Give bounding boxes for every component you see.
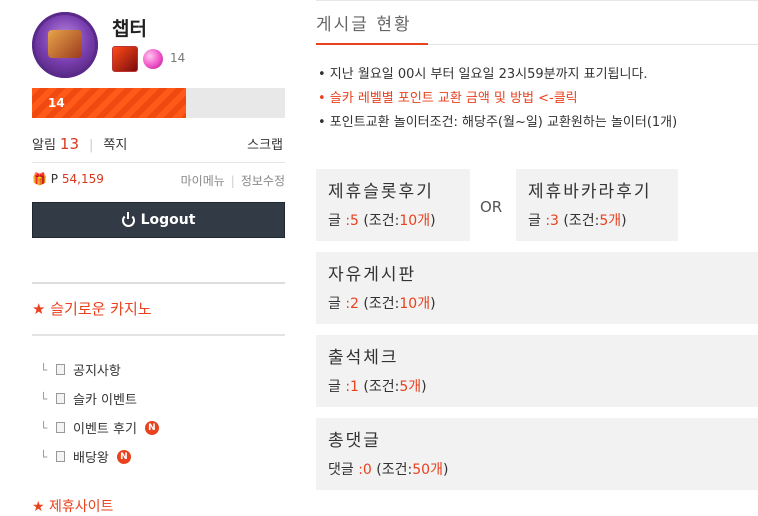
notice-link[interactable]: • 슬카 레벨별 포인트 교환 금액 및 방법 <-클릭 <box>318 88 758 112</box>
divider-line <box>32 282 285 284</box>
cond-prefix: (조건: <box>376 462 413 478</box>
stat-count: :0 <box>358 462 372 478</box>
board-label: 배당왕 <box>73 451 109 466</box>
next-section-title[interactable]: ★ 제휴사이트 <box>32 496 113 516</box>
stat-box-total-comments[interactable]: 총댓글 댓글 :0 (조건:50개) <box>316 418 758 490</box>
point-value: 54,159 <box>61 172 104 186</box>
stat-box-slot-review[interactable]: 제휴슬롯후기 글 :5 (조건:10개) <box>316 169 470 241</box>
cond-suffix: ) <box>442 462 449 478</box>
board-label: 이벤트 후기 <box>73 422 137 437</box>
board-item[interactable]: └ 배당왕 N <box>40 442 290 471</box>
cond-prefix: (조건: <box>363 213 400 229</box>
box-title: 출석체크 <box>328 348 399 368</box>
box-stat: 글 :2 (조건:10개) <box>328 293 746 313</box>
cond-suffix: ) <box>621 213 627 229</box>
user-links-row: 알림 13 | 쪽지 스크랩 <box>32 134 285 153</box>
gift-icon: 🎁 <box>32 172 47 186</box>
stat-prefix: 글 <box>328 296 346 312</box>
exp-level-text: 14 <box>48 96 65 110</box>
logout-label: Logout <box>140 212 196 228</box>
divider-line <box>32 334 285 336</box>
level-icon <box>112 46 138 72</box>
tree-branch-icon: └ <box>40 391 48 406</box>
stat-prefix: 글 <box>528 213 546 229</box>
cond-prefix: (조건: <box>363 296 400 312</box>
box-title: 총댓글 <box>328 431 381 451</box>
power-icon <box>121 211 135 227</box>
cond-suffix: ) <box>430 213 436 229</box>
cond-value: 50개 <box>412 462 443 478</box>
cond-value: 5개 <box>599 213 622 229</box>
board-label: 슬카 이벤트 <box>73 393 137 408</box>
stat-count: :1 <box>345 379 359 395</box>
point-label: P <box>50 172 59 186</box>
row2-right-links: 마이메뉴 | 정보수정 <box>181 172 285 189</box>
cond-value: 10개 <box>399 213 431 229</box>
stat-box-attendance[interactable]: 출석체크 글 :1 (조건:5개) <box>316 335 758 407</box>
cond-value: 10개 <box>399 296 431 312</box>
cond-prefix: (조건: <box>363 379 400 395</box>
box-stat: 글 :3 (조건:5개) <box>528 210 666 230</box>
sidebar: 챕터 14 14 알림 13 | 쪽지 스크랩 🎁 P 54,159 마이메뉴 | 정보수… <box>0 0 300 515</box>
exp-bar: 14 <box>32 88 285 118</box>
board-item[interactable]: └ 공지사항 <box>40 355 290 384</box>
notice-item: • 지난 월요일 00시 부터 일요일 23시59분까지 표기됩니다. <box>318 67 648 82</box>
box-stat: 글 :5 (조건:10개) <box>328 210 458 230</box>
stat-box-baccarat-review[interactable]: 제휴바카라후기 글 :3 (조건:5개) <box>516 169 678 241</box>
document-icon <box>56 393 65 404</box>
stat-prefix: 댓글 <box>328 462 359 478</box>
board-list: └ 공지사항 └ 슬카 이벤트 └ 이벤트 후기 N └ 배당왕 N <box>40 355 290 471</box>
cond-suffix: ) <box>430 296 436 312</box>
message-link[interactable]: 쪽지 <box>103 138 127 153</box>
board-label: 공지사항 <box>73 364 121 379</box>
alarm-count: 13 <box>59 135 80 153</box>
board-item[interactable]: └ 슬카 이벤트 <box>40 384 290 413</box>
tree-branch-icon: └ <box>40 362 48 377</box>
level-number: 14 <box>170 51 186 65</box>
notice-list: • 지난 월요일 00시 부터 일요일 23시59분까지 표기됩니다. • 슬카… <box>318 64 758 136</box>
new-badge: N <box>144 420 159 435</box>
tree-branch-icon: └ <box>40 420 48 435</box>
nickname: 챕터 <box>112 18 147 40</box>
tree-branch-icon: └ <box>40 449 48 464</box>
title-underline <box>316 43 428 45</box>
avatar[interactable] <box>32 12 98 78</box>
logout-button[interactable]: Logout <box>32 202 285 238</box>
alarm-link[interactable]: 알림 13 <box>32 135 80 153</box>
pink-orb-icon <box>143 49 163 69</box>
divider: | <box>89 138 94 153</box>
board-item[interactable]: └ 이벤트 후기 N <box>40 413 290 442</box>
document-icon <box>56 364 65 375</box>
point-row: 🎁 P 54,159 마이메뉴 | 정보수정 <box>32 172 285 189</box>
divider-line <box>32 162 285 163</box>
box-title: 제휴바카라후기 <box>528 182 652 202</box>
category-title[interactable]: ★ 슬기로운 카지노 <box>32 298 152 319</box>
stat-count: :3 <box>545 213 559 229</box>
page-title: 게시글 현황 <box>316 15 412 35</box>
stat-count: :5 <box>345 213 359 229</box>
cond-suffix: ) <box>421 379 427 395</box>
box-title: 제휴슬롯후기 <box>328 182 434 202</box>
notice-item: • 포인트교환 놀이터조건: 해당주(월~일) 교환원하는 놀이터(1개) <box>318 115 678 130</box>
edit-info-link[interactable]: 정보수정 <box>241 174 285 188</box>
top-border <box>316 0 758 1</box>
stat-prefix: 글 <box>328 379 346 395</box>
cond-prefix: (조건: <box>563 213 600 229</box>
new-badge: N <box>116 449 131 464</box>
cond-value: 5개 <box>399 379 422 395</box>
alarm-label: 알림 <box>32 138 56 153</box>
stat-prefix: 글 <box>328 213 346 229</box>
divider: | <box>230 174 235 188</box>
box-stat: 댓글 :0 (조건:50개) <box>328 459 746 479</box>
avatar-image <box>48 30 82 58</box>
box-title: 자유게시판 <box>328 265 417 285</box>
or-label: OR <box>480 198 503 216</box>
stat-box-free-board[interactable]: 자유게시판 글 :2 (조건:10개) <box>316 252 758 324</box>
mymenu-link[interactable]: 마이메뉴 <box>181 174 225 188</box>
document-icon <box>56 451 65 462</box>
stat-count: :2 <box>345 296 359 312</box>
scrap-link[interactable]: 스크랩 <box>247 134 283 153</box>
document-icon <box>56 422 65 433</box>
box-stat: 글 :1 (조건:5개) <box>328 376 746 396</box>
